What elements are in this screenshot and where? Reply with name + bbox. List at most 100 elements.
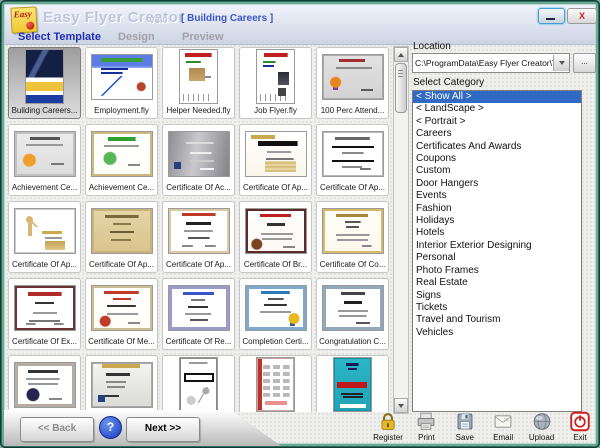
template-thumbnail-wrap <box>25 48 64 105</box>
apple-icon <box>26 21 35 30</box>
help-button[interactable]: ? <box>99 416 122 439</box>
category-item-13[interactable]: Personal <box>413 252 581 264</box>
footer-toolbar: Register Print Save Email Upload Exit <box>371 411 597 445</box>
template-tile-20[interactable] <box>8 355 81 412</box>
print-button[interactable]: Print <box>409 411 443 445</box>
category-item-5[interactable]: Coupons <box>413 153 581 165</box>
template-tile-3[interactable]: Job Flyer.fly <box>239 47 312 119</box>
category-item-11[interactable]: Hotels <box>413 227 581 239</box>
template-tile-11[interactable]: Certificate Of Ap... <box>85 201 158 273</box>
template-thumbnail-wrap <box>244 125 307 182</box>
next-button[interactable]: Next >> <box>126 417 200 442</box>
register-button[interactable]: Register <box>371 411 405 445</box>
template-tile-16[interactable]: Certificate Of Me... <box>85 278 158 350</box>
category-item-10[interactable]: Holidays <box>413 215 581 227</box>
minimize-button[interactable] <box>538 8 565 24</box>
upload-label: Upload <box>528 433 555 442</box>
template-thumbnail-wrap <box>179 356 218 412</box>
template-tile-19[interactable]: Congratulation C... <box>316 278 389 350</box>
category-item-0[interactable]: < Show All > <box>413 91 581 104</box>
back-button[interactable]: << Back <box>20 417 94 442</box>
template-tile-22[interactable] <box>162 355 235 412</box>
building-careers-flyer-thumbnail <box>25 49 64 104</box>
template-tile-10[interactable]: Certificate Of Ap... <box>8 201 81 273</box>
university-certificate-thumbnail <box>13 361 76 408</box>
tab-select-template[interactable]: Select Template <box>18 31 101 43</box>
template-label: Employment.fly <box>94 106 149 115</box>
exit-button[interactable]: Exit <box>563 411 597 445</box>
category-item-4[interactable]: Certificates And Awards <box>413 141 581 153</box>
save-button[interactable]: Save <box>448 411 482 445</box>
category-item-12[interactable]: Interior Exterior Designing <box>413 240 581 252</box>
template-tile-2[interactable]: Helper Needed.fly <box>162 47 235 119</box>
template-thumbnail-wrap <box>167 125 230 182</box>
template-tile-9[interactable]: Certificate Of Ap... <box>316 124 389 196</box>
location-combobox[interactable]: C:\ProgramData\Easy Flyer Creator\Templa… <box>412 53 570 73</box>
category-item-14[interactable]: Photo Frames <box>413 265 581 277</box>
employee-month-certificate-thumbnail <box>90 361 153 408</box>
template-thumbnail-wrap <box>244 202 307 259</box>
category-item-7[interactable]: Door Hangers <box>413 178 581 190</box>
template-tile-7[interactable]: Certificate Of Ac... <box>162 124 235 196</box>
scroll-up-button[interactable] <box>394 47 408 62</box>
template-thumbnail-wrap <box>167 202 230 259</box>
app-window: Easy Easy Flyer Creator V3.0 [ Building … <box>0 0 600 448</box>
template-thumbnail-wrap <box>321 125 384 182</box>
template-thumbnail-wrap <box>13 356 76 412</box>
category-item-17[interactable]: Tickets <box>413 302 581 314</box>
template-thumbnail-wrap <box>321 48 384 105</box>
category-item-2[interactable]: < Portrait > <box>413 116 581 128</box>
template-label: Certificate Of Ap... <box>320 183 385 192</box>
template-thumbnail-wrap <box>321 279 384 336</box>
category-item-18[interactable]: Travel and Tourism <box>413 314 581 326</box>
app-logo-icon: Easy <box>10 6 38 34</box>
certificate-red-title-thumbnail <box>167 207 230 254</box>
template-tile-8[interactable]: Certificate Of Ap... <box>239 124 312 196</box>
category-item-6[interactable]: Custom <box>413 165 581 177</box>
close-button[interactable]: X <box>567 8 597 24</box>
envelope-icon <box>494 415 512 428</box>
template-thumbnail-wrap <box>90 48 153 105</box>
printer-icon <box>418 412 435 430</box>
upload-button[interactable]: Upload <box>525 411 559 445</box>
tab-design[interactable]: Design <box>118 31 155 43</box>
template-tile-14[interactable]: Certificate Of Co... <box>316 201 389 273</box>
template-tile-15[interactable]: Certificate Of Ex... <box>8 278 81 350</box>
location-dropdown-button[interactable] <box>553 55 569 71</box>
template-tile-12[interactable]: Certificate Of Ap... <box>162 201 235 273</box>
template-thumbnail-wrap <box>244 279 307 336</box>
category-item-1[interactable]: < LandScape > <box>413 103 581 115</box>
template-tile-21[interactable] <box>85 355 158 412</box>
congratulation-certificate-thumbnail <box>321 284 384 331</box>
template-grid-scrollbar[interactable] <box>393 46 409 414</box>
template-label: Certificate Of Ap... <box>166 260 231 269</box>
category-item-15[interactable]: Real Estate <box>413 277 581 289</box>
template-tile-5[interactable]: Achievement Ce... <box>8 124 81 196</box>
template-tile-24[interactable] <box>316 355 389 412</box>
template-label: Achievement Ce... <box>88 183 155 192</box>
category-list: < Show All > < LandScape > < Portrait > Car… <box>412 90 582 412</box>
category-item-9[interactable]: Fashion <box>413 203 581 215</box>
category-item-16[interactable]: Signs <box>413 290 581 302</box>
browse-button[interactable]: ... <box>573 53 596 73</box>
email-button[interactable]: Email <box>486 411 520 445</box>
template-tile-6[interactable]: Achievement Ce... <box>85 124 158 196</box>
tab-preview[interactable]: Preview <box>182 31 224 43</box>
template-tile-1[interactable]: Employment.fly <box>85 47 158 119</box>
employment-flyer-thumbnail <box>90 53 153 100</box>
category-item-8[interactable]: Events <box>413 190 581 202</box>
scrollbar-thumb[interactable] <box>395 63 407 113</box>
category-item-19[interactable]: Vehicles <box>413 327 581 339</box>
scroll-up-icon <box>398 52 404 57</box>
template-label: Job Flyer.fly <box>254 106 297 115</box>
category-item-3[interactable]: Careers <box>413 128 581 140</box>
template-tile-23[interactable] <box>239 355 312 412</box>
location-value: C:\ProgramData\Easy Flyer Creator\Templa… <box>415 58 553 68</box>
template-tile-17[interactable]: Certificate Of Re... <box>162 278 235 350</box>
template-tile-0[interactable]: Building Careers... <box>8 47 81 119</box>
template-tile-13[interactable]: Certificate Of Br... <box>239 201 312 273</box>
template-tile-18[interactable]: Completion Certi... <box>239 278 312 350</box>
template-label: Certificate Of Me... <box>88 337 155 346</box>
template-tile-4[interactable]: 100 Perc Attend... <box>316 47 389 119</box>
template-thumbnail-wrap <box>13 279 76 336</box>
